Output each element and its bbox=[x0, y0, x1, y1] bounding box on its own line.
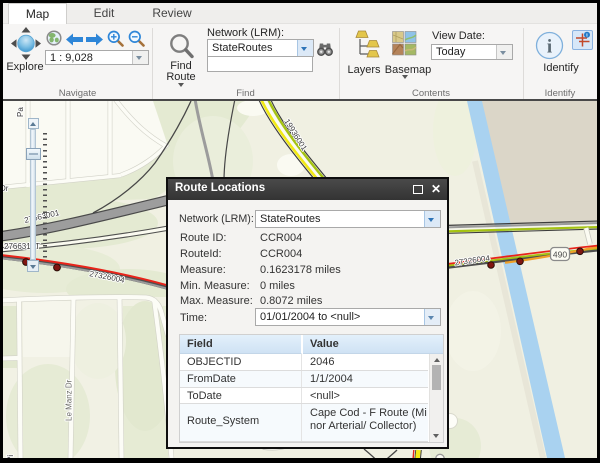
svg-text:Le Manz Dr: Le Manz Dr bbox=[65, 379, 74, 421]
svg-text:Pa: Pa bbox=[16, 107, 25, 117]
svg-text:Pi: Pi bbox=[6, 455, 15, 458]
svg-text:490: 490 bbox=[553, 250, 567, 260]
svg-text:i: i bbox=[547, 37, 552, 58]
svg-text:Dr: Dr bbox=[3, 184, 9, 193]
